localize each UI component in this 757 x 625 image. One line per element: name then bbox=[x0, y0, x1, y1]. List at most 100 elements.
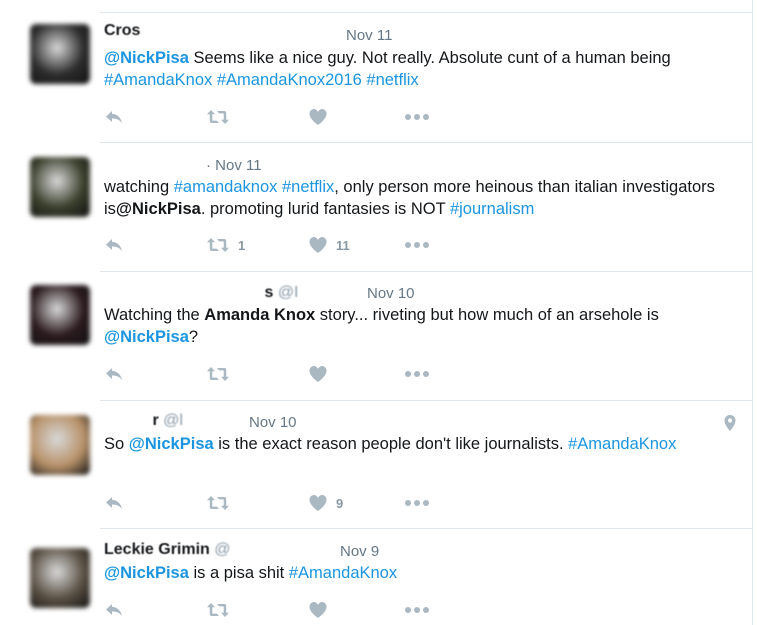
heart-icon bbox=[308, 236, 328, 254]
like-count: 9 bbox=[336, 495, 344, 511]
reply-button[interactable] bbox=[104, 362, 124, 386]
divider bbox=[100, 528, 752, 529]
text-segment: . promoting lurid fantasies is NOT bbox=[200, 200, 450, 218]
reply-icon bbox=[104, 601, 124, 619]
hashtag-link[interactable]: #amandaknox bbox=[174, 178, 278, 196]
hashtag-link[interactable]: #netflix bbox=[366, 71, 418, 89]
mention-link[interactable]: @NickPisa bbox=[129, 435, 214, 453]
like-button[interactable] bbox=[308, 105, 336, 129]
more-button[interactable] bbox=[404, 362, 430, 386]
like-count: 11 bbox=[336, 237, 350, 253]
reply-button[interactable] bbox=[104, 233, 124, 257]
reply-button[interactable] bbox=[104, 491, 124, 515]
timestamp[interactable]: · Nov 11 bbox=[206, 157, 262, 174]
user-name[interactable]: Cros bbox=[104, 22, 140, 39]
user-handle[interactable]: @l bbox=[163, 412, 183, 429]
tweet[interactable]: s @I Nov 10 Watching the Amanda Knox sto… bbox=[0, 271, 752, 400]
retweet-button[interactable]: 1 bbox=[206, 233, 245, 257]
retweet-count: 1 bbox=[238, 237, 246, 253]
user-name[interactable]: Leckie Grimin bbox=[104, 541, 210, 558]
avatar[interactable] bbox=[30, 285, 90, 345]
like-button[interactable] bbox=[308, 598, 336, 622]
more-button[interactable] bbox=[404, 233, 430, 257]
avatar[interactable] bbox=[30, 415, 90, 475]
highlighted-text: Amanda Knox bbox=[204, 306, 316, 324]
avatar[interactable] bbox=[30, 548, 90, 608]
heart-icon bbox=[308, 494, 328, 512]
heart-icon bbox=[308, 365, 328, 383]
feed-border bbox=[752, 0, 753, 625]
tweet-feed: Cros Nov 11 @NickPisa Seems like a nice … bbox=[0, 0, 757, 625]
user-name[interactable]: r bbox=[152, 412, 158, 429]
reply-button[interactable] bbox=[104, 598, 124, 622]
timestamp[interactable]: Nov 10 bbox=[249, 414, 297, 431]
mention-link[interactable]: @NickPisa bbox=[104, 564, 189, 582]
text-segment: is the exact reason people don't like jo… bbox=[213, 435, 569, 453]
more-icon bbox=[404, 370, 430, 378]
heart-icon bbox=[308, 601, 328, 619]
text-segment: So bbox=[104, 435, 129, 453]
divider bbox=[100, 400, 752, 401]
tweet[interactable]: · Nov 11 watching #amandaknox #netflix, … bbox=[0, 142, 752, 271]
tweet[interactable]: Leckie Grimin @ Nov 9 @NickPisa is a pis… bbox=[0, 528, 752, 625]
more-icon bbox=[404, 113, 430, 121]
tweet-actions bbox=[104, 362, 504, 386]
user-handle[interactable]: @ bbox=[214, 541, 230, 558]
tweet-text: @NickPisa Seems like a nice guy. Not rea… bbox=[104, 47, 724, 91]
tweet-actions bbox=[104, 105, 504, 129]
tweet-header: Leckie Grimin @ bbox=[104, 541, 231, 561]
hashtag-link[interactable]: #netflix bbox=[282, 178, 334, 196]
retweet-button[interactable] bbox=[206, 491, 238, 515]
timestamp[interactable]: Nov 10 bbox=[367, 285, 415, 302]
hashtag-link[interactable]: #AmandaKnox2016 bbox=[217, 71, 362, 89]
divider bbox=[100, 271, 752, 272]
tweet-actions bbox=[104, 598, 504, 622]
divider bbox=[100, 12, 752, 13]
like-button[interactable]: 11 bbox=[308, 233, 350, 257]
timestamp[interactable]: Nov 9 bbox=[340, 543, 379, 560]
avatar[interactable] bbox=[30, 24, 90, 84]
user-handle[interactable]: @I bbox=[278, 284, 299, 301]
tweet-text: So @NickPisa is the exact reason people … bbox=[104, 433, 724, 455]
text-segment: Watching the bbox=[104, 306, 205, 324]
retweet-icon bbox=[206, 494, 230, 512]
like-button[interactable]: 9 bbox=[308, 491, 343, 515]
timestamp[interactable]: Nov 11 bbox=[346, 27, 392, 44]
retweet-button[interactable] bbox=[206, 362, 238, 386]
hashtag-link[interactable]: #AmandaKnox bbox=[104, 71, 212, 89]
avatar[interactable] bbox=[30, 157, 90, 217]
divider bbox=[100, 142, 752, 143]
hashtag-link[interactable]: #journalism bbox=[450, 200, 534, 218]
like-button[interactable] bbox=[308, 362, 336, 386]
hashtag-link[interactable]: #AmandaKnox bbox=[289, 564, 397, 582]
retweet-icon bbox=[206, 601, 230, 619]
retweet-icon bbox=[206, 236, 230, 254]
retweet-icon bbox=[206, 108, 230, 126]
more-icon bbox=[404, 241, 430, 249]
reply-button[interactable] bbox=[104, 105, 124, 129]
retweet-icon bbox=[206, 365, 230, 383]
more-icon bbox=[404, 499, 430, 507]
tweet-text: watching #amandaknox #netflix, only pers… bbox=[104, 176, 724, 220]
more-button[interactable] bbox=[404, 491, 430, 515]
retweet-button[interactable] bbox=[206, 598, 238, 622]
reply-icon bbox=[104, 365, 124, 383]
location-pin-icon[interactable] bbox=[722, 414, 738, 437]
reply-icon bbox=[104, 236, 124, 254]
tweet-text: Watching the Amanda Knox story... riveti… bbox=[104, 304, 724, 348]
tweet[interactable]: r @l Nov 10 So @NickPisa is the exact re… bbox=[0, 400, 752, 528]
retweet-button[interactable] bbox=[206, 105, 238, 129]
tweet-actions: 9 bbox=[104, 491, 504, 515]
text-segment: is a pisa shit bbox=[188, 564, 289, 582]
user-name[interactable]: s bbox=[264, 284, 273, 301]
tweet[interactable]: Cros Nov 11 @NickPisa Seems like a nice … bbox=[0, 0, 752, 142]
mention-link[interactable]: @NickPisa bbox=[104, 49, 189, 67]
hashtag-link[interactable]: #AmandaKnox bbox=[568, 435, 676, 453]
more-button[interactable] bbox=[404, 598, 430, 622]
more-icon bbox=[404, 606, 430, 614]
more-button[interactable] bbox=[404, 105, 430, 129]
mention-link[interactable]: @NickPisa bbox=[104, 328, 189, 346]
heart-icon bbox=[308, 108, 328, 126]
reply-icon bbox=[104, 494, 124, 512]
text-segment: Seems like a nice guy. Not really. Absol… bbox=[188, 49, 671, 67]
